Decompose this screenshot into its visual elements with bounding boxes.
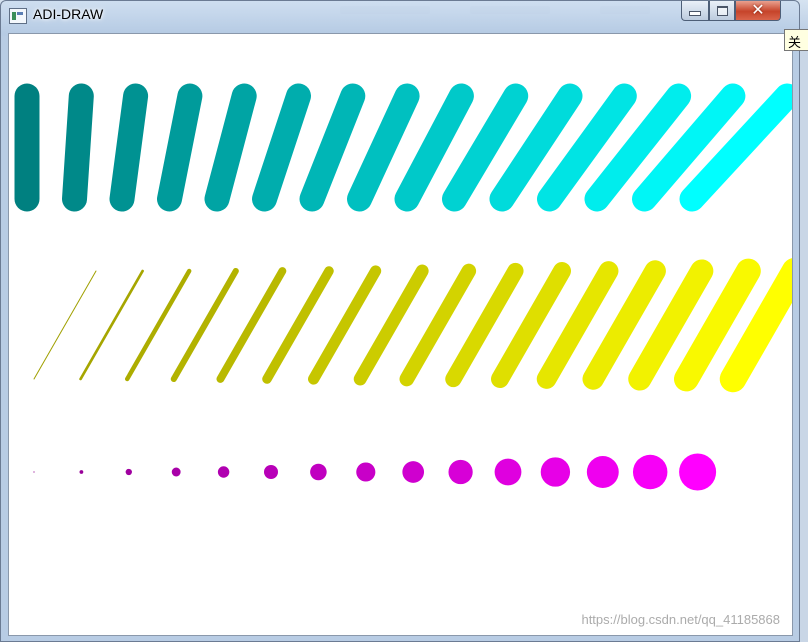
- dot-mark: [540, 457, 571, 487]
- dot-mark: [632, 454, 668, 490]
- dot-mark: [679, 453, 717, 491]
- line-stroke: [79, 269, 144, 381]
- dot-mark: [79, 470, 84, 474]
- dot-mark: [402, 461, 425, 483]
- dot-mark: [586, 456, 619, 488]
- close-icon: ✕: [751, 1, 765, 19]
- capsule-stroke: [62, 83, 94, 212]
- dot-mark: [125, 468, 132, 476]
- close-button[interactable]: ✕: [735, 1, 781, 21]
- dot-mark: [310, 463, 327, 481]
- capsule-stroke: [109, 83, 149, 212]
- capsule-stroke: [252, 83, 311, 212]
- title-bar[interactable]: ADI-DRAW ✕: [1, 1, 799, 31]
- dot-mark: [356, 462, 376, 482]
- close-tooltip: 关闭: [784, 29, 808, 51]
- dot-mark: [264, 465, 278, 479]
- line-stroke: [33, 270, 97, 380]
- dot-mark: [448, 459, 473, 485]
- app-icon[interactable]: [9, 8, 27, 24]
- dot-mark: [494, 458, 522, 486]
- minimize-button[interactable]: [681, 1, 709, 21]
- maximize-icon: [716, 5, 728, 16]
- window-title: ADI-DRAW: [33, 6, 104, 22]
- capsule-stroke: [347, 83, 420, 212]
- app-window: ADI-DRAW ✕ https://blog.csdn.net/qq_4118…: [0, 0, 800, 642]
- minimize-icon: [689, 11, 701, 16]
- watermark-text: https://blog.csdn.net/qq_41185868: [581, 612, 780, 627]
- capsule-stroke: [204, 83, 257, 212]
- dot-mark: [217, 466, 230, 478]
- drawing-canvas[interactable]: https://blog.csdn.net/qq_41185868: [8, 33, 793, 636]
- capsule-stroke: [299, 83, 366, 212]
- dot-mark: [171, 467, 181, 477]
- maximize-button[interactable]: [709, 1, 735, 21]
- capsule-stroke: [157, 83, 203, 212]
- drawing-svg: [14, 83, 792, 491]
- dot-mark: [33, 471, 35, 473]
